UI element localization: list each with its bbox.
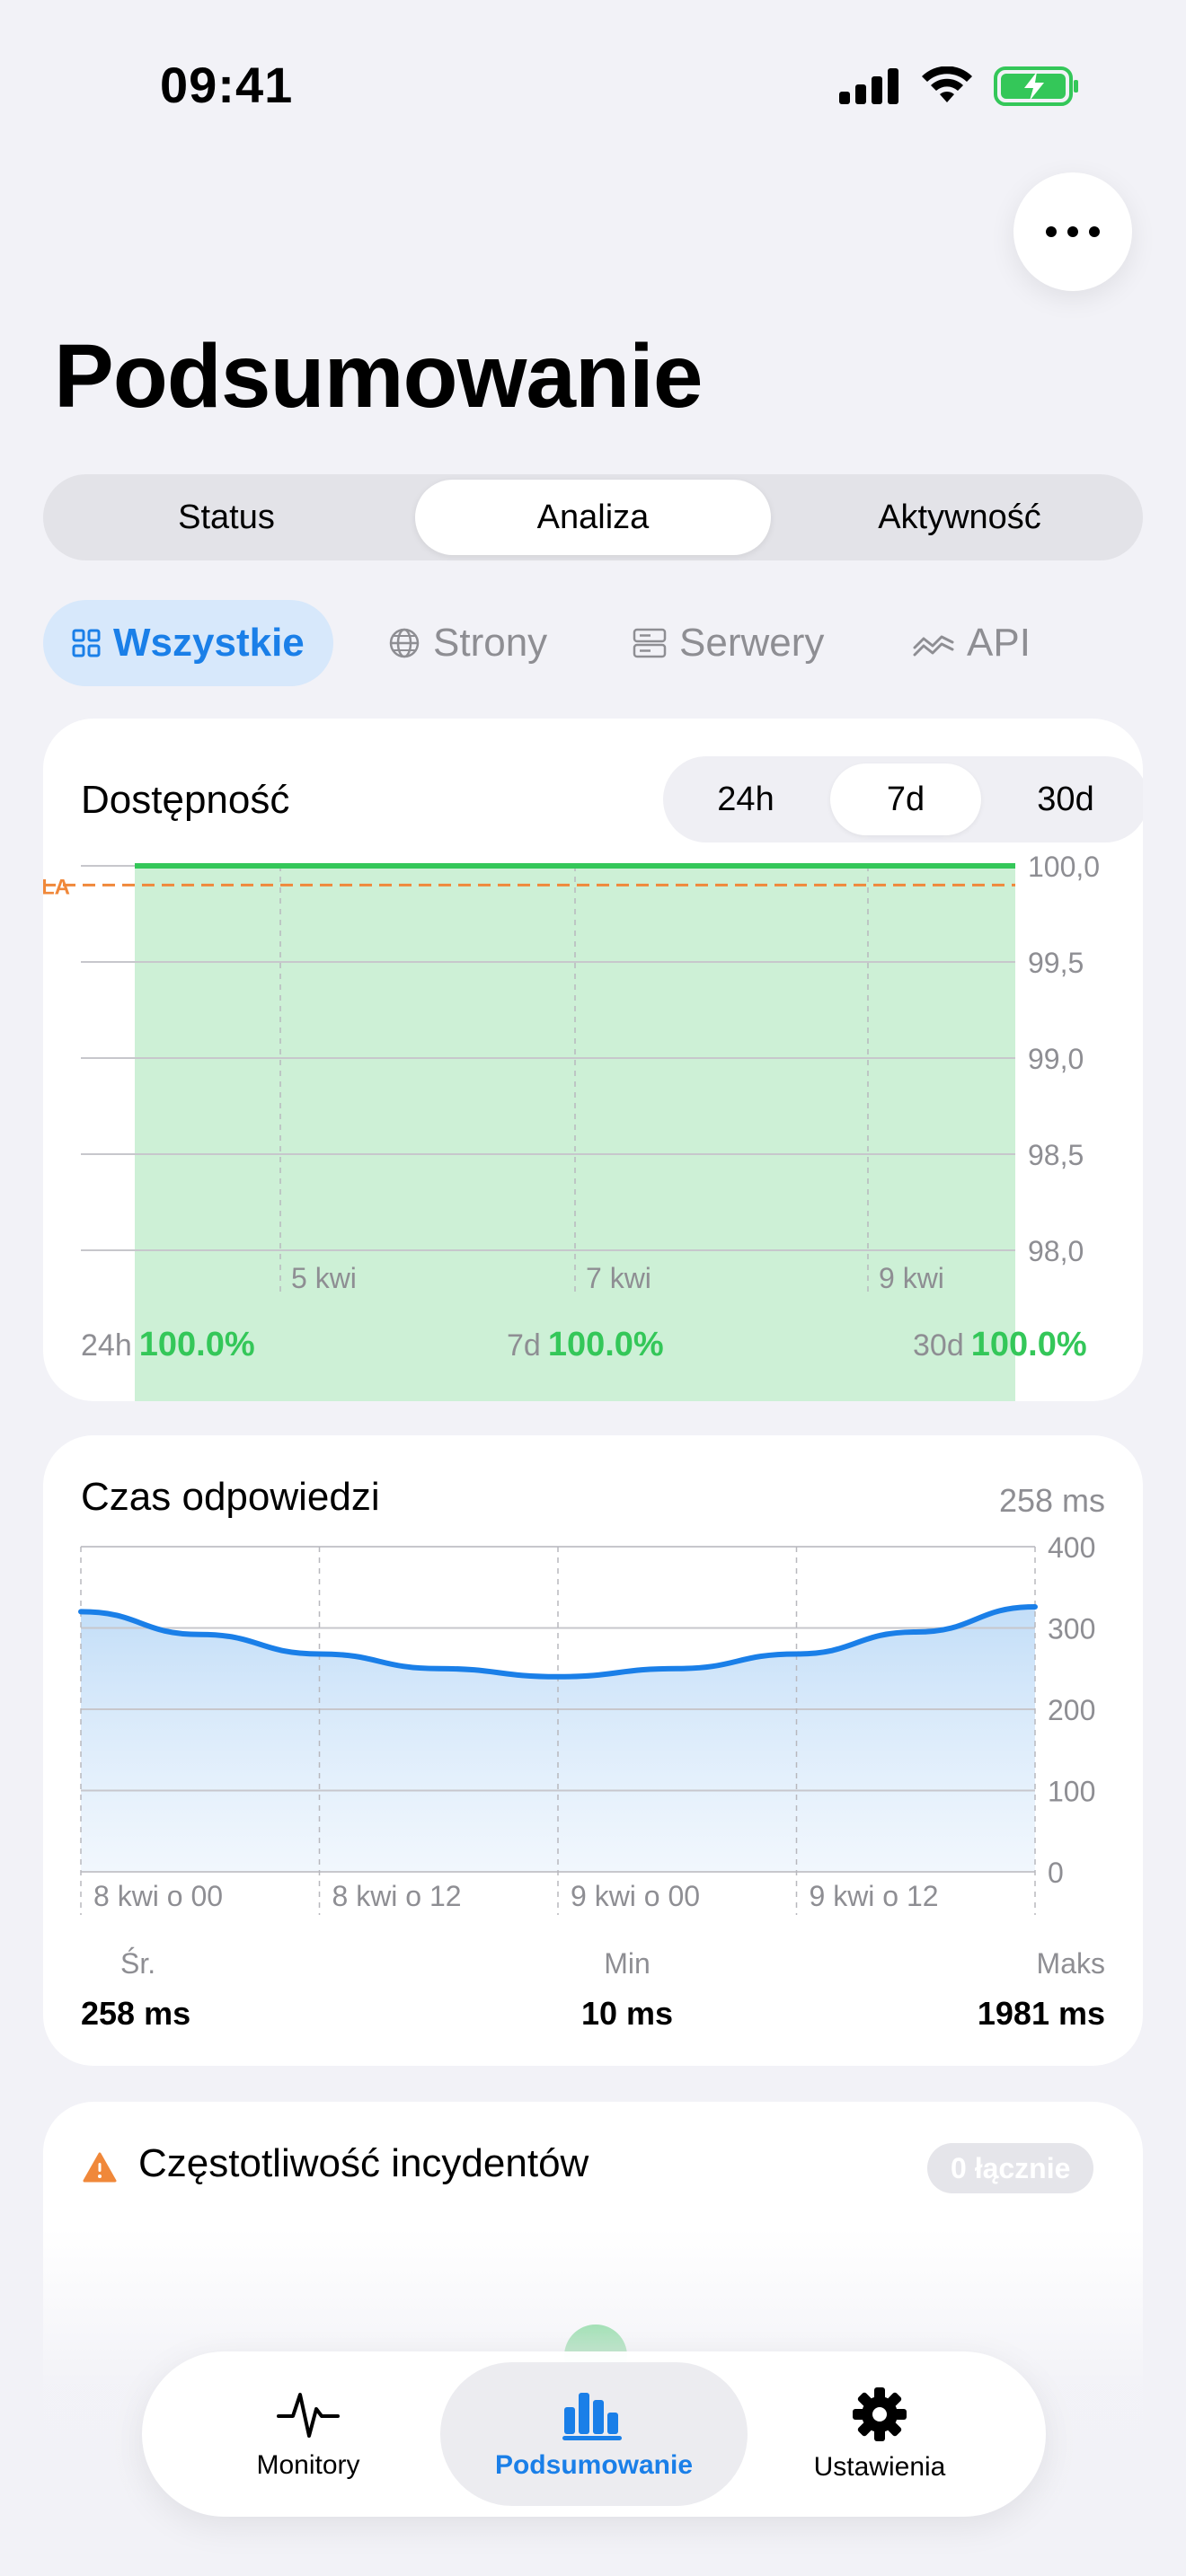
wifi-icon: [922, 66, 972, 102]
category-filters: Wszystkie Strony Serwery API: [43, 600, 1143, 686]
tab-aktywnosc[interactable]: Aktywność: [782, 480, 1137, 555]
main-segmented-control: Status Analiza Aktywność: [43, 474, 1143, 560]
tabbar-ustawienia[interactable]: Ustawienia: [726, 2362, 1033, 2506]
y-tick-label: 98,5: [1028, 1139, 1084, 1171]
filter-label: Strony: [433, 621, 548, 665]
y-tick-label: 99,0: [1028, 1043, 1084, 1075]
filter-label: Wszystkie: [113, 621, 305, 665]
x-tick-label: 9 kwi o 00: [571, 1880, 700, 1912]
x-tick-label: 9 kwi o 12: [810, 1880, 939, 1912]
response-time-chart: 400 300 200 100 0 8 kwi o 00 8 kwi o 12 9 kwi o…: [78, 1531, 1095, 1915]
tabbar-label: Monitory: [256, 2450, 360, 2480]
y-tick-label: 99,5: [1028, 947, 1084, 979]
summary-label: 7d: [507, 1328, 541, 1363]
stat-avg: Śr. 258 ms: [81, 1947, 190, 2033]
api-wave-icon: [913, 635, 954, 657]
tabbar-label: Podsumowanie: [494, 2450, 694, 2480]
y-tick-label: 100,0: [1028, 851, 1100, 883]
status-icons: [839, 66, 1080, 106]
summary-value: 100.0%: [138, 1326, 255, 1363]
gear-icon: [853, 2387, 907, 2441]
tabbar-podsumowanie[interactable]: Podsumowanie: [440, 2362, 748, 2506]
y-tick-label: 400: [1048, 1531, 1095, 1564]
tabbar-monitory[interactable]: Monitory: [155, 2362, 462, 2506]
uptime-chart: 100,0 99,5 99,0 98,5 98,0 5 kwi 7 kwi 9 kwi LA: [43, 851, 1100, 1401]
filter-wszystkie[interactable]: Wszystkie: [43, 600, 333, 686]
filter-api[interactable]: API: [913, 600, 1031, 686]
filter-label: API: [967, 621, 1031, 665]
response-time-card: Czas odpowiedzi 258 ms 400 300 200 100 0 8 kw…: [43, 1435, 1143, 2066]
more-dot-icon: [1089, 226, 1100, 237]
battery-charging-icon: [994, 66, 1078, 106]
more-dot-icon: [1046, 226, 1057, 237]
stat-min: Min 10 ms: [528, 1947, 726, 2033]
y-tick-label: 98,0: [1028, 1235, 1084, 1267]
y-tick-label: 200: [1048, 1694, 1095, 1726]
stat-value: 258 ms: [81, 1995, 191, 2032]
stat-label: Śr.: [120, 1947, 156, 1980]
incidents-count-badge: 0 łącznie: [927, 2143, 1094, 2193]
summary-value: 100.0%: [970, 1326, 1087, 1363]
stat-label: Maks: [1036, 1947, 1105, 1980]
stat-value: 1981 ms: [977, 1995, 1105, 2032]
pulse-icon: [277, 2393, 340, 2438]
summary-30d: 30d 100.0%: [913, 1326, 1087, 1364]
sla-label: LA: [43, 875, 70, 899]
more-options-button[interactable]: [1013, 172, 1132, 291]
summary-7d: 7d 100.0%: [507, 1326, 664, 1364]
filter-serwery[interactable]: Serwery: [633, 600, 824, 686]
tabbar-label: Ustawienia: [813, 2452, 946, 2482]
x-tick-label: 8 kwi o 12: [332, 1880, 462, 1912]
summary-value: 100.0%: [547, 1326, 664, 1363]
server-icon: [633, 628, 667, 658]
stat-value: 10 ms: [580, 1995, 674, 2032]
summary-label: 30d: [913, 1328, 964, 1363]
tab-status[interactable]: Status: [49, 480, 404, 555]
summary-label: 24h: [81, 1328, 132, 1363]
globe-icon: [389, 628, 420, 658]
bar-chart-icon: [562, 2393, 622, 2440]
availability-card: Dostępność 24h 7d 30d 100,0 99,5 99,0 98,5 9…: [43, 719, 1143, 1401]
page-title: Podsumowanie: [54, 326, 703, 427]
stat-label: Min: [604, 1947, 651, 1980]
warning-icon: [83, 2152, 117, 2183]
filter-label: Serwery: [679, 621, 825, 665]
x-tick-label: 9 kwi: [879, 1262, 944, 1294]
cellular-signal-icon: [839, 68, 898, 104]
status-time: 09:41: [160, 57, 294, 113]
tab-analiza[interactable]: Analiza: [415, 480, 771, 555]
incidents-title: Częstotliwość incydentów: [138, 2141, 589, 2185]
y-tick-label: 100: [1048, 1776, 1095, 1808]
filter-strony[interactable]: Strony: [388, 600, 547, 686]
x-tick-label: 7 kwi: [586, 1262, 651, 1294]
grid-icon: [72, 629, 101, 657]
tab-bar: Monitory Podsumowanie Ustawienia: [142, 2351, 1046, 2517]
x-tick-label: 5 kwi: [291, 1262, 357, 1294]
y-tick-label: 300: [1048, 1613, 1095, 1645]
x-tick-label: 8 kwi o 00: [93, 1880, 223, 1912]
more-dot-icon: [1067, 226, 1078, 237]
status-bar: 09:41: [0, 0, 1186, 171]
summary-24h: 24h 100.0%: [81, 1326, 255, 1364]
y-tick-label: 0: [1048, 1857, 1064, 1889]
stat-max: Maks 1981 ms: [978, 1947, 1105, 2033]
